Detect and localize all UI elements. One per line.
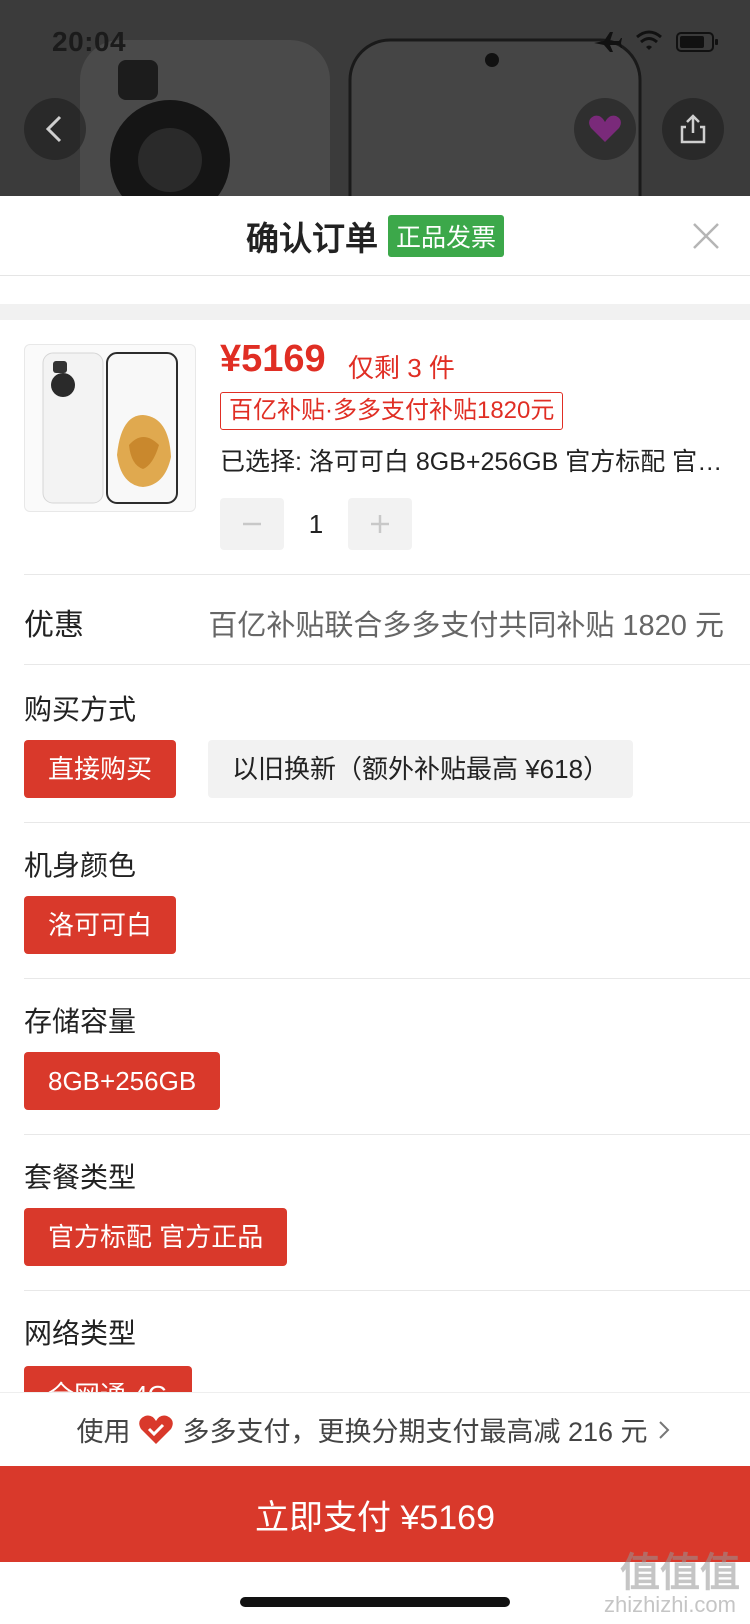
discount-label: 优惠 xyxy=(24,609,84,642)
watermark-url: zhizhizhi.com xyxy=(603,1592,736,1617)
chevron-right-icon xyxy=(658,1420,669,1439)
package-label: 套餐类型 xyxy=(24,1162,137,1193)
close-icon[interactable] xyxy=(684,214,728,258)
quantity-value[interactable]: 1 xyxy=(284,498,348,550)
minus-icon xyxy=(243,522,261,526)
invoice-badge: 正品发票 xyxy=(387,214,504,257)
quantity-increase-button[interactable] xyxy=(348,498,412,550)
section-separator xyxy=(0,304,750,320)
payment-hint-text: 多多支付，更换分期支付最高减 216 元 xyxy=(182,1417,648,1447)
page-title: 确认订单 xyxy=(245,219,378,257)
status-time: 20:04 xyxy=(52,26,127,57)
back-icon xyxy=(45,115,62,143)
option-color[interactable]: 洛可可白 xyxy=(24,896,177,954)
background-page: 20:04 xyxy=(0,0,750,196)
divider xyxy=(24,978,750,979)
divider xyxy=(24,1290,750,1291)
divider xyxy=(24,822,750,823)
quantity-decrease-button[interactable] xyxy=(220,498,284,550)
divider xyxy=(24,574,750,575)
option-package[interactable]: 官方标配 官方正品 xyxy=(24,1208,288,1266)
phone-image xyxy=(42,352,178,504)
wifi-icon xyxy=(636,30,662,50)
sheet-header: 确认订单 正品发票 xyxy=(0,196,750,276)
selected-spec: 已选择: 洛可可白 8GB+256GB 官方标配 官方正品 全网通4G xyxy=(220,448,730,476)
heart-icon xyxy=(589,115,621,142)
battery-icon xyxy=(676,32,718,52)
home-indicator[interactable] xyxy=(240,1597,510,1607)
payment-hint[interactable]: 使用 多多支付，更换分期支付最高减 216 元 xyxy=(0,1392,750,1466)
plus-icon xyxy=(371,515,389,533)
subsidy-tag: 百亿补贴·多多支付补贴1820元 xyxy=(220,392,564,430)
option-storage[interactable]: 8GB+256GB xyxy=(24,1052,221,1110)
divider xyxy=(24,1134,750,1135)
watermark: 值值值 xyxy=(620,1551,740,1595)
stock-remaining: 仅剩 3 件 xyxy=(348,353,455,383)
purchase-method-label: 购买方式 xyxy=(24,694,137,725)
share-button[interactable] xyxy=(662,98,724,160)
divider xyxy=(24,664,750,665)
back-button[interactable] xyxy=(24,98,86,160)
share-icon xyxy=(680,114,706,144)
status-icons xyxy=(592,30,720,54)
product-thumbnail xyxy=(24,344,196,512)
discount-text: 百亿补贴联合多多支付共同补贴 1820 元 xyxy=(208,610,724,642)
color-label: 机身颜色 xyxy=(24,850,137,881)
option-direct-buy[interactable]: 直接购买 xyxy=(24,740,177,798)
airplane-icon xyxy=(594,32,622,52)
option-trade-in[interactable]: 以旧换新（额外补贴最高 ¥618） xyxy=(208,740,634,798)
storage-label: 存储容量 xyxy=(24,1006,137,1037)
product-price: ¥5169 xyxy=(220,338,326,380)
favorite-button[interactable] xyxy=(574,98,636,160)
heart-icon xyxy=(139,1415,174,1444)
network-label: 网络类型 xyxy=(24,1318,137,1349)
payment-hint-prefix: 使用 xyxy=(76,1417,131,1447)
